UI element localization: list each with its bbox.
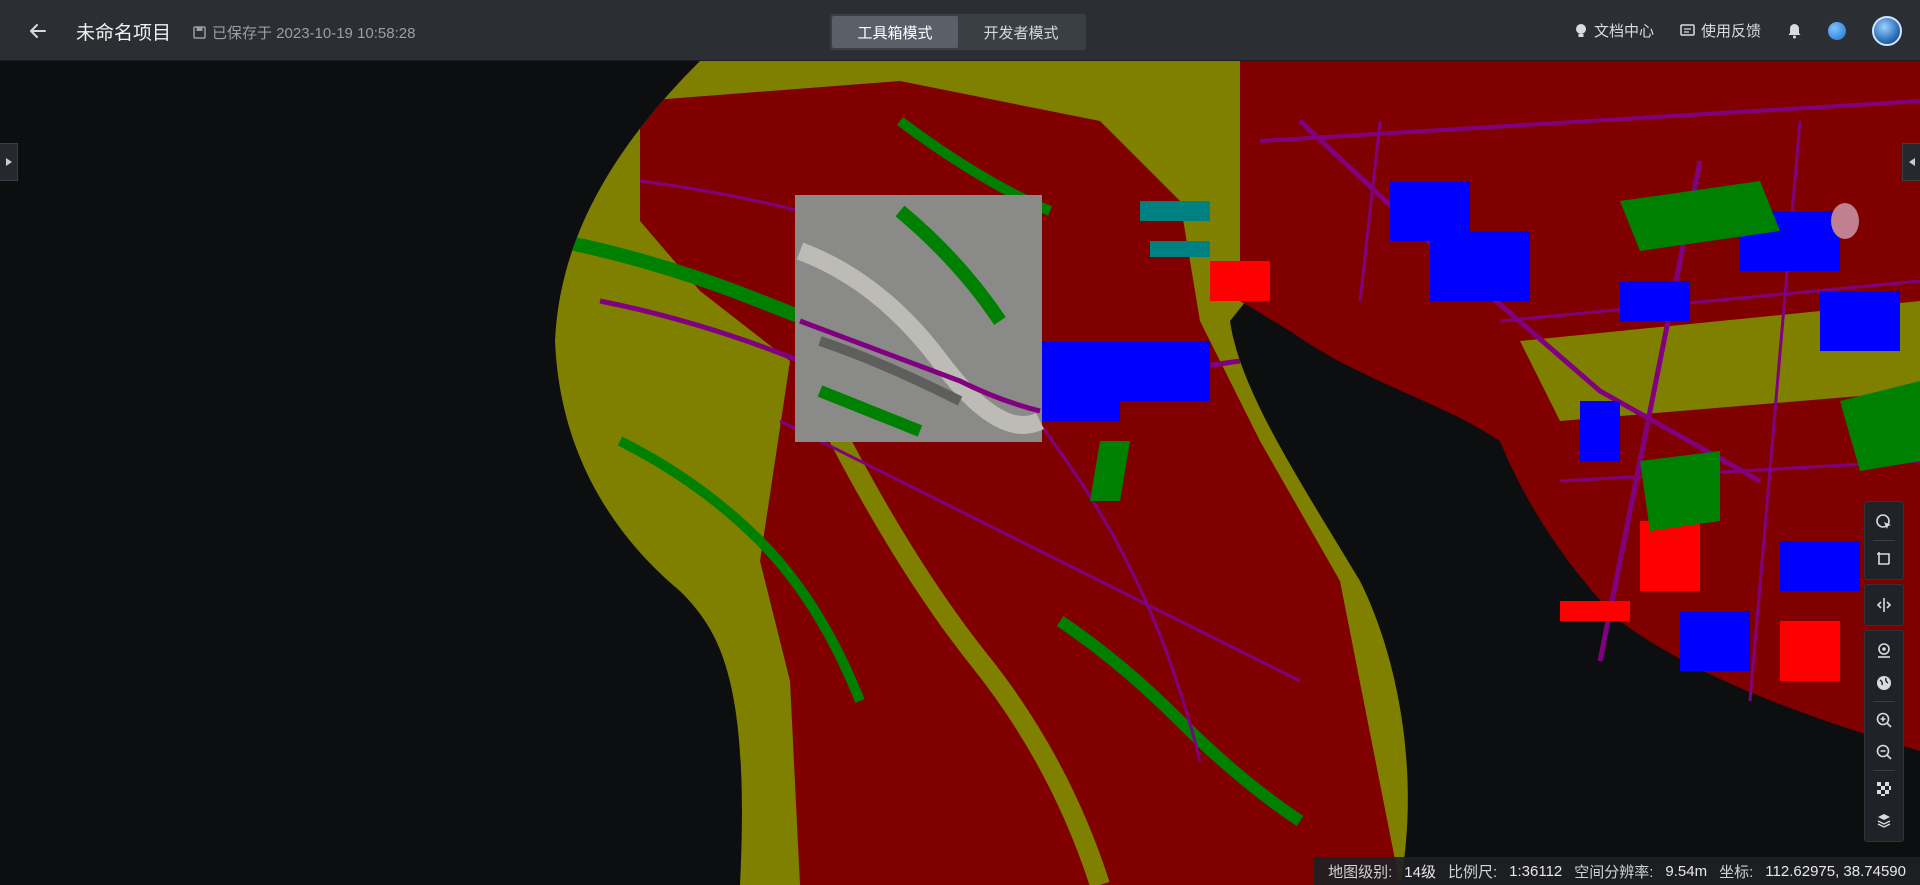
scale-value: 1:36112: [1509, 862, 1563, 880]
save-status-text: 已保存于 2023-10-19 10:58:28: [212, 25, 416, 42]
tool-group-compare: [1864, 584, 1904, 626]
arrow-left-icon: [30, 24, 46, 38]
globe-view-button[interactable]: [1866, 667, 1902, 699]
split-compare-button[interactable]: [1866, 589, 1902, 621]
crop-region-icon: [1877, 552, 1890, 565]
scale-label: 比例尺:: [1447, 863, 1498, 881]
zoom-in-button[interactable]: [1866, 704, 1902, 736]
coordinate-label: 坐标:: [1719, 863, 1754, 881]
tool-group-location: [1864, 630, 1904, 842]
split-compare-icon: [1876, 598, 1892, 612]
map-level-label: 地图级别:: [1328, 863, 1393, 881]
bell-icon: [1788, 23, 1801, 38]
tab-developer-mode[interactable]: 开发者模式: [958, 16, 1084, 48]
project-title[interactable]: 未命名项目: [76, 18, 171, 45]
zoom-in-icon: [1876, 712, 1892, 728]
toolbar-divider: [1873, 770, 1895, 771]
right-panel-toggle[interactable]: [1902, 143, 1920, 181]
left-panel-toggle[interactable]: [0, 143, 18, 181]
resolution-value: 9.54m: [1665, 862, 1708, 880]
zoom-out-icon: [1876, 744, 1892, 760]
resolution-label: 空间分辨率:: [1574, 863, 1654, 881]
map-toolbar: [1864, 501, 1904, 842]
checker-grid-icon: [1877, 782, 1891, 796]
toolbar-divider: [1873, 540, 1895, 541]
land-cover-map[interactable]: [0, 61, 1920, 885]
basemap-grid-button[interactable]: [1866, 773, 1902, 805]
save-disk-icon: [193, 26, 206, 39]
layers-button[interactable]: [1866, 805, 1902, 837]
coordinate-value: 112.62975, 38.74590: [1765, 862, 1906, 880]
location-pin-icon: [1878, 643, 1890, 658]
map-level-value: 14级: [1404, 863, 1436, 881]
globe-switch-button[interactable]: [1828, 21, 1846, 40]
globe-icon: [1877, 676, 1891, 690]
cursor-select-button[interactable]: [1866, 506, 1902, 538]
toolbar-divider: [1873, 701, 1895, 702]
notifications-button[interactable]: [1787, 23, 1802, 39]
save-status: 已保存于 2023-10-19 10:58:28: [193, 22, 415, 43]
caret-left-icon: [1908, 158, 1915, 166]
cursor-select-icon: [1876, 514, 1891, 529]
map-canvas[interactable]: 地图级别: 14级 比例尺: 1:36112 空间分辨率: 9.54m 坐标: …: [0, 61, 1920, 885]
tool-group-select: [1864, 501, 1904, 580]
user-avatar-button[interactable]: [1872, 15, 1902, 46]
tab-toolbox-mode[interactable]: 工具箱模式: [832, 16, 958, 48]
map-status-bar: 地图级别: 14级 比例尺: 1:36112 空间分辨率: 9.54m 坐标: …: [1314, 857, 1920, 885]
crop-region-button[interactable]: [1866, 543, 1902, 575]
feedback-link[interactable]: 使用反馈: [1680, 20, 1761, 41]
zoom-out-button[interactable]: [1866, 736, 1902, 768]
docs-center-label: 文档中心: [1593, 23, 1654, 40]
locate-button[interactable]: [1866, 635, 1902, 667]
docs-center-link[interactable]: 文档中心: [1574, 20, 1654, 41]
mode-switch: 工具箱模式 开发者模式: [830, 14, 1086, 50]
lightbulb-icon: [1575, 23, 1586, 37]
caret-right-icon: [5, 158, 12, 166]
avatar: [1872, 15, 1902, 46]
globe-icon: [1828, 21, 1846, 40]
feedback-label: 使用反馈: [1700, 23, 1761, 40]
top-bar: 未命名项目 已保存于 2023-10-19 10:58:28 工具箱模式 开发者…: [0, 0, 1920, 61]
layer-stack-icon: [1877, 814, 1891, 828]
feedback-icon: [1680, 23, 1695, 36]
back-button[interactable]: [26, 19, 50, 43]
top-right-actions: 文档中心 使用反馈: [1574, 0, 1902, 61]
